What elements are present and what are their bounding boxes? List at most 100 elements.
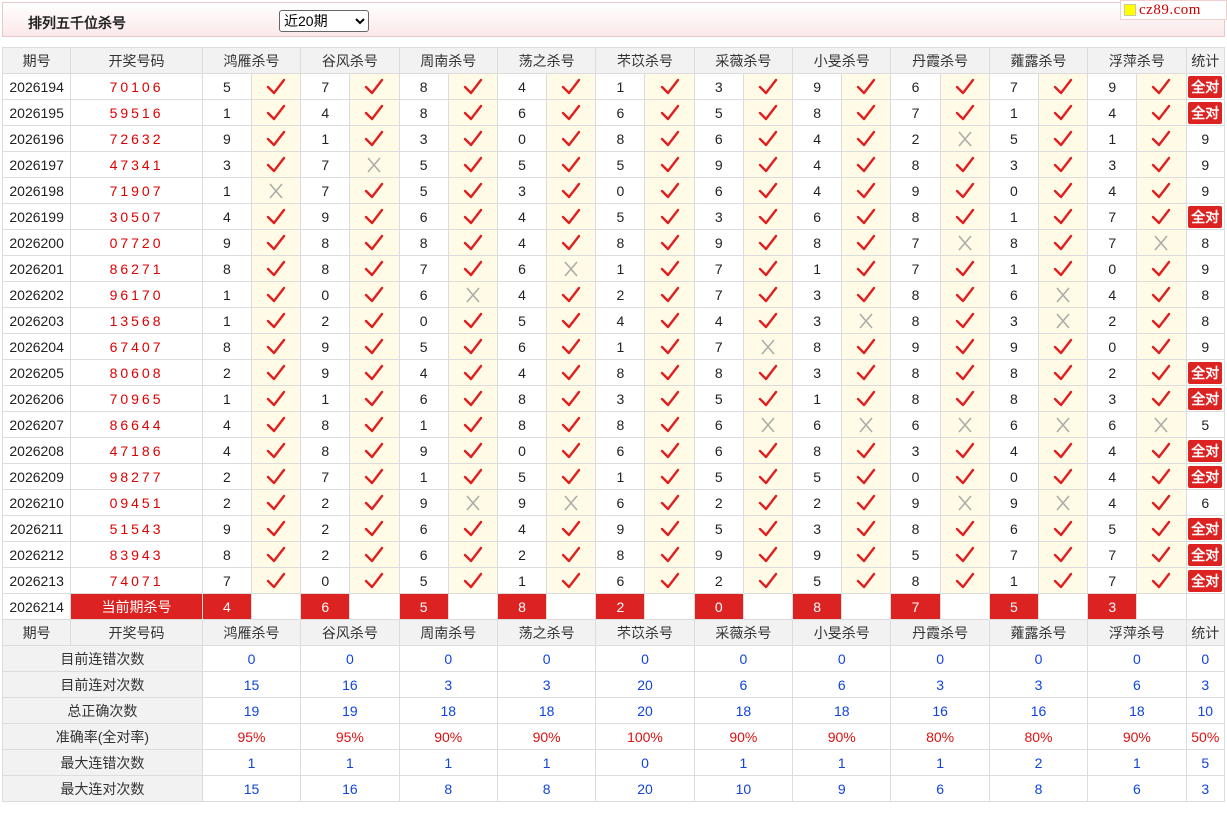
result-cell — [1037, 411, 1089, 438]
result-cell — [939, 73, 990, 100]
table-row: 2026204 67407 8 9 5 6 1 7 8 9 9 0 9 — [1, 333, 1226, 360]
kill-number-cell: 0 — [1087, 333, 1138, 360]
kill-number-cell: 0 — [988, 463, 1039, 490]
result-cell — [939, 151, 990, 178]
summary-value: 1 — [890, 749, 990, 776]
check-icon — [266, 390, 286, 406]
check-icon — [857, 572, 876, 588]
result-cell — [841, 203, 892, 230]
check-icon — [660, 390, 679, 406]
check-icon — [857, 546, 876, 562]
check-icon — [1152, 182, 1171, 198]
current-kill-blank — [841, 593, 892, 620]
check-icon — [955, 182, 974, 198]
table-row: 2026208 47186 4 8 9 0 6 6 8 3 4 4 全对 — [1, 437, 1226, 464]
result-cell — [546, 229, 597, 256]
result-cell — [841, 437, 892, 464]
check-icon — [463, 416, 483, 432]
kill-number-cell: 6 — [988, 281, 1039, 308]
check-icon — [955, 546, 974, 562]
result-cell — [1037, 307, 1089, 334]
kill-number-cell: 2 — [693, 489, 744, 516]
draw-number-cell: 71907 — [70, 177, 203, 204]
summary-value: 18 — [1087, 697, 1187, 724]
check-icon — [365, 364, 384, 380]
kill-number-cell: 9 — [201, 515, 252, 542]
kill-number-cell: 5 — [398, 333, 449, 360]
header-row: 期号 开奖号码 鸿雁杀号 谷风杀号 周南杀号 荡之杀号 芣苡杀号 采薇杀号 小旻杀号 丹霞杀号 蕹露… — [1, 619, 1226, 646]
check-icon — [562, 104, 581, 120]
kill-number-cell: 0 — [496, 437, 548, 464]
result-cell — [939, 203, 990, 230]
kill-number-cell: 8 — [792, 99, 843, 126]
col-expert-header: 荡之杀号 — [496, 47, 597, 74]
summary-value: 10 — [693, 775, 794, 802]
kill-number-cell: 8 — [890, 385, 941, 412]
cross-icon — [859, 313, 873, 329]
result-cell — [349, 99, 400, 126]
check-icon — [365, 234, 384, 250]
result-cell — [644, 229, 695, 256]
result-cell — [447, 489, 498, 516]
current-kill-blank — [546, 593, 597, 620]
check-icon — [660, 130, 679, 146]
kill-number-cell: 5 — [693, 515, 744, 542]
summary-value: 0 — [693, 645, 794, 672]
check-icon — [266, 312, 286, 328]
result-cell — [841, 567, 892, 594]
result-cell — [1136, 177, 1187, 204]
kill-number-cell: 6 — [890, 73, 941, 100]
result-cell — [939, 385, 990, 412]
kill-number-cell: 6 — [693, 437, 744, 464]
check-icon — [1152, 572, 1171, 588]
kill-number-cell: 4 — [496, 203, 548, 230]
result-cell — [1136, 307, 1187, 334]
kill-number-cell: 2 — [496, 541, 548, 568]
result-cell — [250, 203, 302, 230]
kill-number-cell: 4 — [201, 411, 252, 438]
result-cell — [742, 99, 794, 126]
summary-value: 80% — [890, 723, 990, 750]
result-cell — [841, 541, 892, 568]
summary-value: 8 — [988, 775, 1089, 802]
summary-stat: 50% — [1185, 723, 1226, 750]
result-cell — [644, 463, 695, 490]
result-cell — [250, 567, 302, 594]
kill-number-cell: 1 — [595, 463, 646, 490]
result-cell — [250, 307, 302, 334]
result-cell — [841, 99, 892, 126]
check-icon — [266, 260, 286, 276]
kill-number-cell: 4 — [1087, 99, 1138, 126]
result-cell — [447, 463, 498, 490]
check-icon — [660, 78, 679, 94]
col-expert-header: 荡之杀号 — [496, 619, 597, 646]
result-cell — [349, 203, 400, 230]
result-cell — [349, 489, 400, 516]
result-cell — [1136, 99, 1187, 126]
kill-number-cell: 8 — [988, 229, 1039, 256]
site-logo[interactable]: cz89.com — [1120, 0, 1227, 20]
kill-number-cell: 4 — [496, 281, 548, 308]
check-icon — [1152, 364, 1171, 380]
check-icon — [266, 338, 286, 354]
period-range-select[interactable]: 近20期 — [279, 10, 369, 32]
result-cell — [250, 463, 302, 490]
table-row: 2026207 86644 4 8 1 8 8 6 6 6 6 6 5 — [1, 411, 1226, 438]
kill-number-cell: 3 — [792, 281, 843, 308]
period-cell: 2026200 — [1, 229, 72, 256]
kill-number-cell: 9 — [988, 489, 1039, 516]
check-icon — [562, 572, 581, 588]
draw-number-cell: 51543 — [70, 515, 203, 542]
check-icon — [365, 260, 384, 276]
summary-row: 目前连对次数 15 16 3 3 20 6 6 3 3 6 3 — [2, 671, 1226, 698]
kill-number-cell: 1 — [300, 125, 351, 152]
result-cell — [349, 73, 400, 100]
result-cell — [546, 385, 597, 412]
kill-number-cell: 1 — [988, 99, 1039, 126]
check-icon — [266, 104, 286, 120]
full-correct-badge: 全对 — [1188, 361, 1223, 384]
summary-value: 18 — [398, 697, 498, 724]
result-cell — [841, 463, 892, 490]
kill-number-cell: 8 — [792, 437, 843, 464]
cross-icon — [1056, 287, 1070, 303]
